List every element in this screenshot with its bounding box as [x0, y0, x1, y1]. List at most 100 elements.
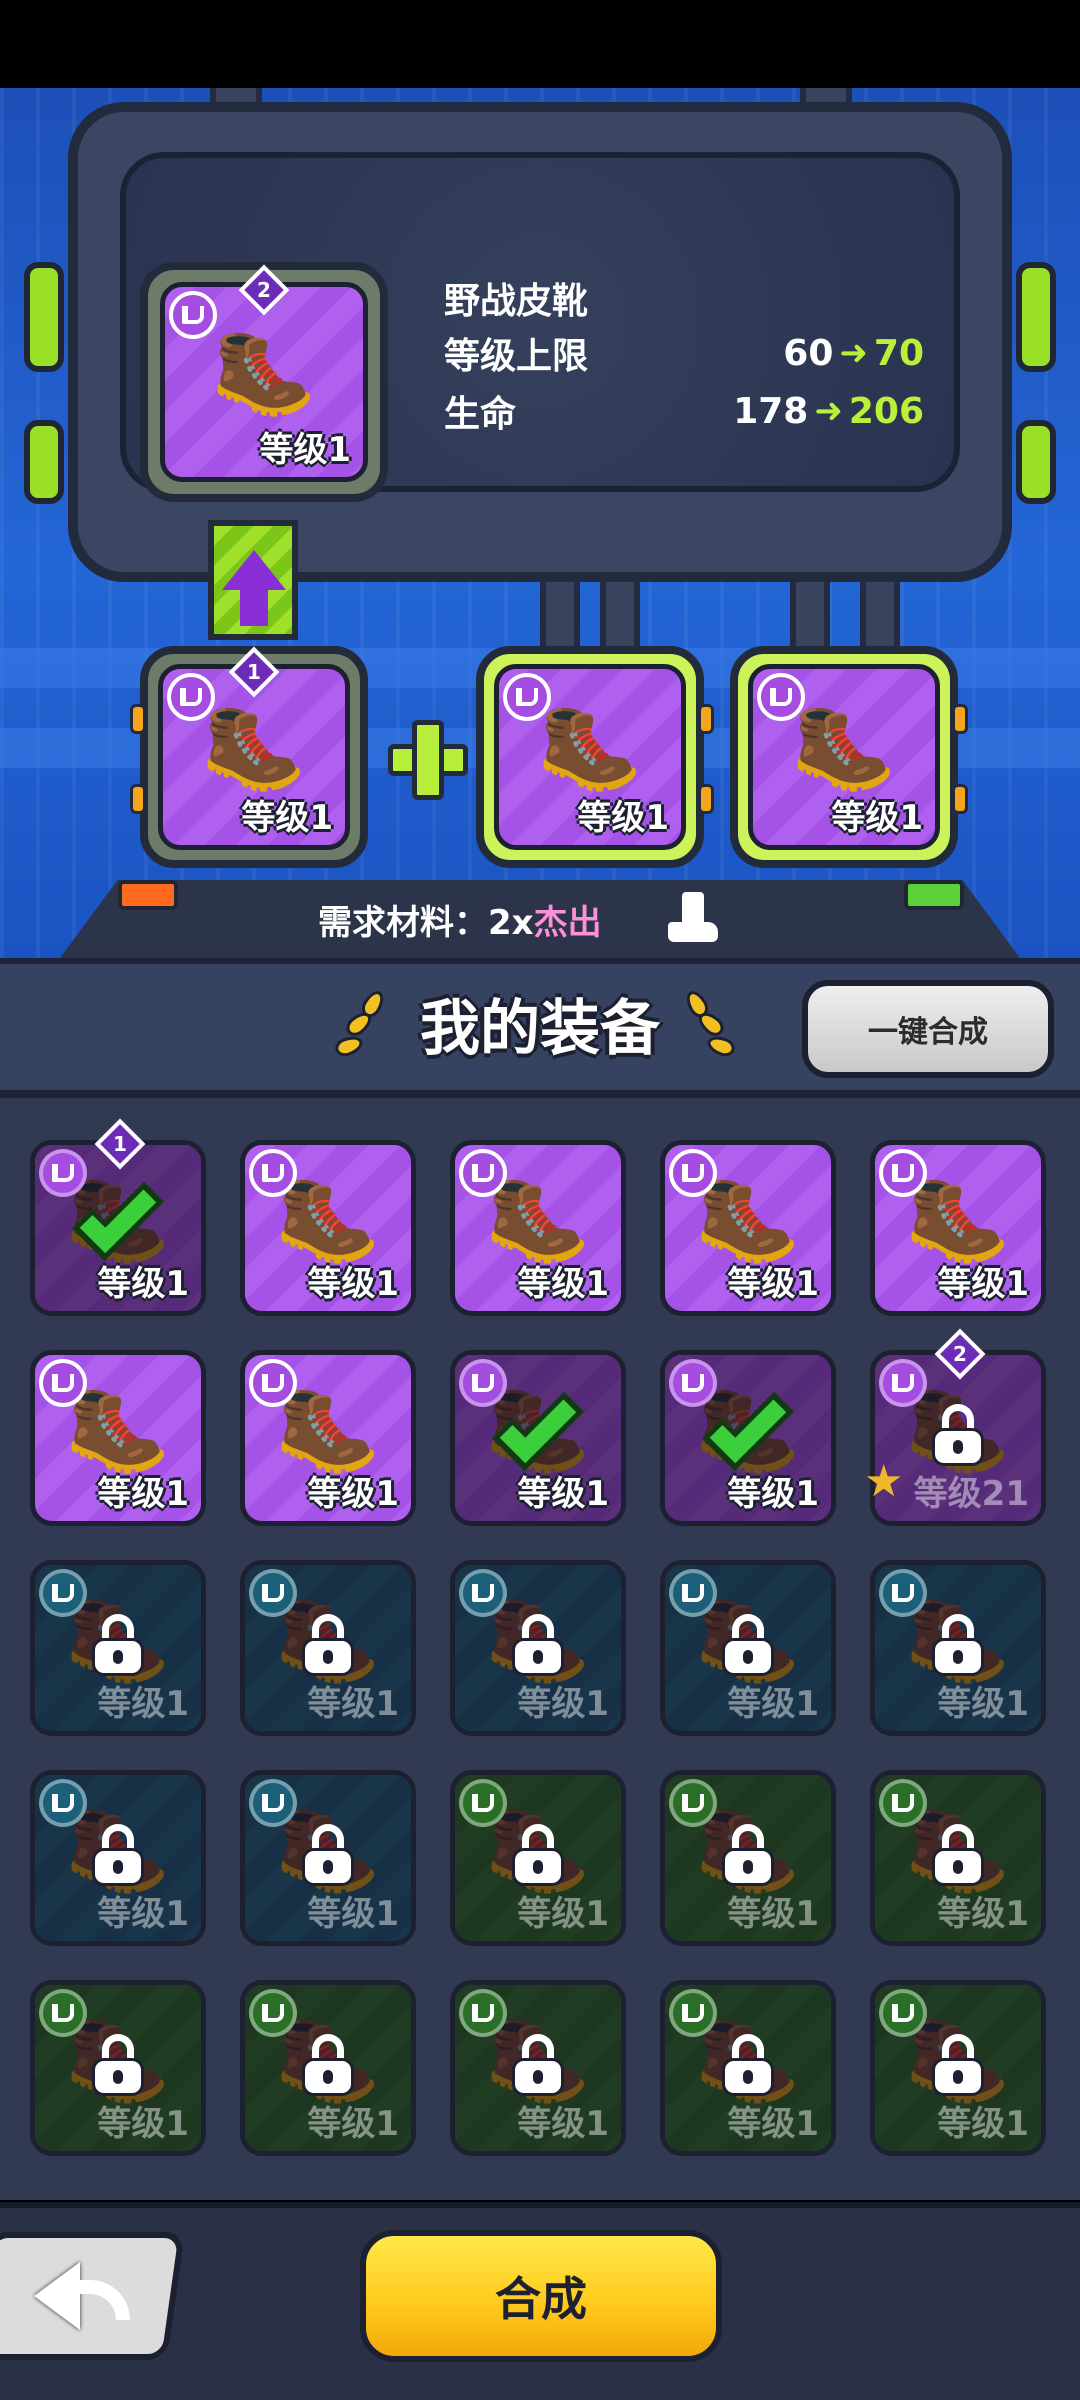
inventory-item[interactable]: 🥾等级1 — [240, 1140, 416, 1316]
side-tab — [24, 420, 64, 504]
lock-icon — [722, 2033, 774, 2096]
boots-type-icon — [669, 1779, 717, 1827]
boots-type-icon — [249, 1149, 297, 1197]
item-level: 等级1 — [937, 1894, 1029, 1934]
boots-icon: 🥾 — [65, 1379, 171, 1478]
red-lamp — [118, 880, 178, 910]
boots-icon: 🥾 — [485, 1169, 591, 1268]
inventory-item[interactable]: 🥾等级1 — [660, 1140, 836, 1316]
boots-icon: 🥾 — [791, 697, 897, 796]
lock-icon — [92, 2033, 144, 2096]
item-level: 等级1 — [727, 1474, 819, 1514]
inventory-item[interactable]: 🥾等级1 — [870, 1980, 1046, 2156]
inventory-item[interactable]: 🥾等级1 — [870, 1770, 1046, 1946]
one-key-synthesize-button[interactable]: 一键合成 — [802, 980, 1054, 1078]
boots-type-icon — [249, 1989, 297, 2037]
inventory-item[interactable]: 🥾等级1 — [660, 1980, 836, 2156]
side-tab — [24, 262, 64, 372]
item-level: 等级1 — [517, 2104, 609, 2144]
boots-type-icon — [879, 1359, 927, 1407]
lock-icon — [932, 2033, 984, 2096]
item-level: 等级1 — [307, 1264, 399, 1304]
up-arrow-icon — [222, 550, 286, 630]
boots-type-icon — [169, 291, 217, 339]
inventory-item[interactable]: 🥾等级1 — [660, 1560, 836, 1736]
boots-type-icon — [669, 1359, 717, 1407]
inventory-item[interactable]: 🥾等级1 — [30, 1980, 206, 2156]
material-slot-3[interactable]: 🥾 等级1 — [748, 664, 940, 850]
item-level: 等级1 — [307, 2104, 399, 2144]
stat-label: 等级上限 — [444, 336, 589, 377]
item-level: 等级1 — [517, 1684, 609, 1724]
boots-type-icon — [249, 1779, 297, 1827]
inventory-item[interactable]: 🥾等级1 — [450, 1350, 626, 1526]
item-level: 等级1 — [97, 1684, 189, 1724]
boots-icon: 🥾 — [211, 321, 317, 420]
boots-icon: 🥾 — [905, 1169, 1011, 1268]
inventory-item[interactable]: 🥾等级1 — [450, 1980, 626, 2156]
boots-type-icon — [669, 1149, 717, 1197]
lock-icon — [512, 1823, 564, 1886]
inventory-item[interactable]: 🥾等级1 — [240, 1560, 416, 1736]
boots-type-icon — [879, 1779, 927, 1827]
lock-icon — [92, 1823, 144, 1886]
item-name: 野战皮靴 — [444, 281, 589, 322]
synthesize-button[interactable]: 合成 — [360, 2230, 722, 2362]
item-level: 等级1 — [241, 798, 333, 838]
boots-type-icon — [757, 673, 805, 721]
stat-from: 178 — [733, 390, 809, 432]
item-level: 等级1 — [259, 430, 351, 470]
inventory-item[interactable]: 🥾等级1 — [450, 1560, 626, 1736]
inventory-item[interactable]: 🥾等级1 — [870, 1560, 1046, 1736]
inventory-item[interactable]: 🥾等级1 — [660, 1350, 836, 1526]
lock-icon — [722, 1613, 774, 1676]
boots-type-icon — [39, 1989, 87, 2037]
lock-icon — [512, 1613, 564, 1676]
inventory-title: 我的装备 — [420, 994, 660, 1064]
item-level: 等级1 — [937, 1684, 1029, 1724]
boots-type-icon — [879, 1569, 927, 1617]
item-level: 等级1 — [97, 1894, 189, 1934]
stat-row-level-cap: 等级上限 60 ➜ 70 — [444, 328, 924, 378]
inventory-item[interactable]: 🥾等级1 — [450, 1140, 626, 1316]
lock-icon — [932, 1403, 984, 1466]
inventory-item[interactable]: 🥾等级1 — [30, 1770, 206, 1946]
boots-type-icon — [249, 1569, 297, 1617]
inventory-item[interactable]: 🥾等级1 — [30, 1350, 206, 1526]
inventory-item[interactable]: 🥾等级1 — [240, 1770, 416, 1946]
item-level: 等级1 — [517, 1894, 609, 1934]
boots-icon: 🥾 — [275, 1169, 381, 1268]
item-level: 等级1 — [727, 1264, 819, 1304]
boots-type-icon — [39, 1569, 87, 1617]
inventory-item[interactable]: 🥾等级1 — [30, 1560, 206, 1736]
item-level: 等级1 — [577, 798, 669, 838]
side-tab — [1016, 420, 1056, 504]
inventory-item[interactable]: 🥾等级1 — [870, 1140, 1046, 1316]
plus-icon — [388, 720, 468, 800]
boots-type-icon — [39, 1149, 87, 1197]
item-level: 等级1 — [517, 1264, 609, 1304]
stat-label: 生命 — [444, 394, 517, 435]
stat-to: 70 — [873, 332, 924, 374]
inventory-item[interactable]: 🥾等级1 — [660, 1770, 836, 1946]
boots-type-icon — [39, 1779, 87, 1827]
item-level: 等级21 — [913, 1474, 1029, 1514]
material-slot-2[interactable]: 🥾 等级1 — [494, 664, 686, 850]
item-level: 等级1 — [727, 1684, 819, 1724]
right-arrow-icon: ➜ — [839, 333, 868, 373]
inventory-item[interactable]: 🥾等级1 — [450, 1770, 626, 1946]
boots-type-icon — [669, 1989, 717, 2037]
boots-icon: 🥾 — [537, 697, 643, 796]
boots-type-icon — [669, 1569, 717, 1617]
inventory-item[interactable]: 🥾等级1 — [240, 1980, 416, 2156]
inventory-item[interactable]: 🥾等级1 — [240, 1350, 416, 1526]
lock-icon — [722, 1823, 774, 1886]
item-level: 等级1 — [937, 1264, 1029, 1304]
boots-type-icon — [459, 1359, 507, 1407]
boots-type-icon — [879, 1149, 927, 1197]
item-level: 等级1 — [831, 798, 923, 838]
lock-icon — [302, 2033, 354, 2096]
lock-icon — [512, 2033, 564, 2096]
lock-icon — [302, 1823, 354, 1886]
boots-type-icon — [459, 1779, 507, 1827]
